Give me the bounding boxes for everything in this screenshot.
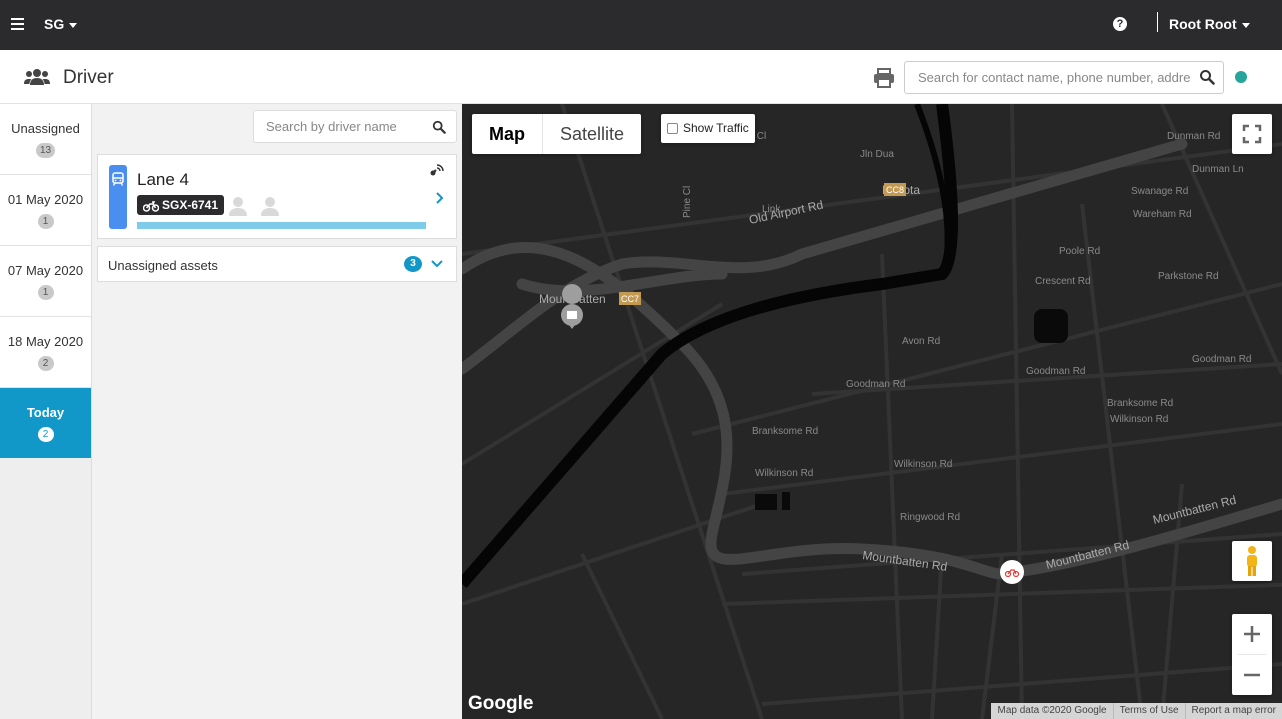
vehicle-plate-badge: SGX-6741 <box>137 195 225 215</box>
count-badge: 1 <box>37 285 54 300</box>
divider <box>1157 12 1158 32</box>
user-name: Root Root <box>1169 16 1237 32</box>
menu-icon[interactable] <box>11 18 24 30</box>
svg-text:Dunman Ln: Dunman Ln <box>1192 164 1244 175</box>
status-dot <box>1235 71 1247 83</box>
date-label: 01 May 2020 <box>7 192 84 207</box>
svg-text:CC7: CC7 <box>621 294 639 304</box>
unassigned-assets-label: Unassigned assets <box>108 258 218 273</box>
chevron-right-icon[interactable] <box>436 192 444 204</box>
date-item-07-may-2020[interactable]: 07 May 2020 1 <box>0 246 91 317</box>
svg-text:Wilkinson Rd: Wilkinson Rd <box>1110 414 1168 425</box>
count-badge: 13 <box>35 143 56 158</box>
zoom-control <box>1232 614 1272 695</box>
zoom-out-button[interactable] <box>1232 655 1272 695</box>
map-attribution: Map data ©2020 Google Terms of Use Repor… <box>991 703 1282 719</box>
person-placeholder-icon <box>261 197 279 216</box>
driver-panel: Lane 4 SGX-6741 Unassigned assets 3 <box>92 104 462 719</box>
fullscreen-button[interactable] <box>1232 114 1272 154</box>
map-canvas[interactable]: Dunman Rd Dunman Ln Jln Dua Swanage Rd W… <box>462 104 1282 719</box>
print-icon[interactable] <box>873 67 895 89</box>
svg-text:Wilkinson Rd: Wilkinson Rd <box>894 459 952 470</box>
svg-text:Wareham Rd: Wareham Rd <box>1133 209 1192 220</box>
driver-search-input[interactable] <box>255 112 425 141</box>
svg-text:Parkstone Rd: Parkstone Rd <box>1158 271 1219 282</box>
plus-icon <box>1244 626 1260 642</box>
person-placeholder-icon <box>229 197 247 216</box>
fullscreen-icon <box>1242 124 1262 144</box>
date-label: 18 May 2020 <box>7 334 84 349</box>
zoom-in-button[interactable] <box>1232 614 1272 654</box>
date-item-01-may-2020[interactable]: 01 May 2020 1 <box>0 175 91 246</box>
map-type-map-button[interactable]: Map <box>472 114 543 154</box>
svg-text:Branksome Rd: Branksome Rd <box>1107 398 1173 409</box>
plate-number: SGX-6741 <box>162 198 219 212</box>
count-badge: 3 <box>404 256 422 272</box>
search-icon[interactable] <box>432 120 446 134</box>
map-data-credit: Map data ©2020 Google <box>997 705 1107 716</box>
users-icon <box>24 69 50 85</box>
date-item-unassigned[interactable]: Unassigned 13 <box>0 104 91 175</box>
svg-text:Jln Dua: Jln Dua <box>860 149 894 160</box>
satellite-signal-icon <box>430 164 444 176</box>
route-progress-fill <box>137 222 426 229</box>
driver-card[interactable]: Lane 4 SGX-6741 <box>97 154 457 239</box>
svg-text:Goodman Rd: Goodman Rd <box>1026 366 1085 377</box>
count-badge: 2 <box>37 356 54 371</box>
svg-text:Goodman Rd: Goodman Rd <box>846 379 905 390</box>
date-label: 07 May 2020 <box>7 263 84 278</box>
svg-text:Crescent Rd: Crescent Rd <box>1035 276 1091 287</box>
search-icon[interactable] <box>1199 69 1215 85</box>
help-icon[interactable]: ? <box>1113 17 1127 31</box>
route-progress-bar <box>137 222 426 229</box>
train-icon <box>112 172 124 186</box>
map-type-control: Map Satellite <box>472 114 642 154</box>
vehicle-type-strip <box>109 165 127 229</box>
driver-lane-name: Lane 4 <box>137 170 189 189</box>
show-traffic-toggle[interactable]: Show Traffic <box>661 114 755 143</box>
region-selector[interactable]: SG <box>44 16 78 32</box>
date-label: Unassigned <box>11 121 80 136</box>
contact-search-input[interactable] <box>906 63 1191 92</box>
date-item-today[interactable]: Today 2 <box>0 388 91 458</box>
region-label: SG <box>44 16 65 32</box>
svg-text:Dunman Rd: Dunman Rd <box>1167 131 1220 142</box>
svg-text:Wilkinson Rd: Wilkinson Rd <box>755 468 813 479</box>
unassigned-assets-row[interactable]: Unassigned assets 3 <box>97 246 457 282</box>
svg-text:Ringwood Rd: Ringwood Rd <box>900 512 960 523</box>
contact-search <box>904 61 1224 94</box>
chevron-down-icon[interactable] <box>431 260 443 268</box>
svg-text:Pine Cl: Pine Cl <box>682 186 693 218</box>
driver-location-marker <box>1000 560 1024 584</box>
svg-text:Swanage Rd: Swanage Rd <box>1131 186 1188 197</box>
traffic-checkbox[interactable] <box>667 123 678 134</box>
date-list: Unassigned 13 01 May 2020 1 07 May 2020 … <box>0 104 92 719</box>
svg-text:CC8: CC8 <box>886 185 904 195</box>
user-menu[interactable]: Root Root <box>1169 16 1250 32</box>
count-badge: 1 <box>37 214 54 229</box>
map-view[interactable]: Dunman Rd Dunman Ln Jln Dua Swanage Rd W… <box>462 104 1282 719</box>
page-title: Driver <box>63 67 114 88</box>
terms-of-use-link[interactable]: Terms of Use <box>1120 705 1179 716</box>
pegman-icon <box>1247 546 1257 576</box>
caret-down-icon <box>69 22 78 28</box>
report-map-error-link[interactable]: Report a map error <box>1192 705 1276 716</box>
svg-text:Branksome Rd: Branksome Rd <box>752 426 818 437</box>
svg-text:Avon Rd: Avon Rd <box>902 336 940 347</box>
driver-search <box>253 110 457 143</box>
date-item-18-may-2020[interactable]: 18 May 2020 2 <box>0 317 91 388</box>
street-view-button[interactable] <box>1232 541 1272 581</box>
google-logo: Google <box>468 693 534 714</box>
svg-text:Poole Rd: Poole Rd <box>1059 246 1100 257</box>
top-bar: SG ? Root Root <box>0 0 1282 50</box>
date-label: Today <box>26 405 65 420</box>
show-traffic-label: Show Traffic <box>683 121 749 135</box>
page-header: Driver <box>0 50 1282 104</box>
count-badge: 2 <box>37 427 54 442</box>
map-type-satellite-button[interactable]: Satellite <box>543 114 641 154</box>
caret-down-icon <box>1241 22 1250 28</box>
minus-icon <box>1244 673 1260 677</box>
svg-text:Goodman Rd: Goodman Rd <box>1192 354 1251 365</box>
motorcycle-icon <box>142 201 160 212</box>
